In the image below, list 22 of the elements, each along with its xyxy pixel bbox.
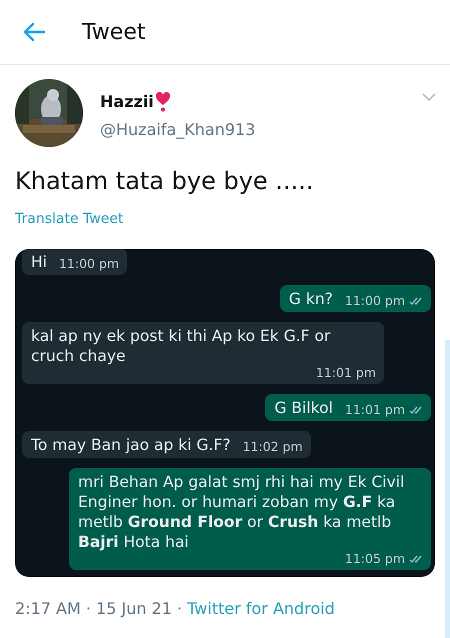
back-arrow-icon[interactable] <box>22 22 46 42</box>
message-time: 11:01 pm <box>316 366 376 380</box>
message-text: kal ap ny ek post ki thi Ap ko Ek G.F or cruch chaye <box>31 326 332 366</box>
message-text: To may Ban jao ap ki G.F? <box>31 435 231 455</box>
tweet-timestamp: 2:17 AM · 15 Jun 21 · <box>15 599 184 618</box>
message-text: G kn? <box>288 289 333 309</box>
user-handle: @Huzaifa_Khan913 <box>100 120 256 138</box>
message-time: 11:00 pm <box>58 257 120 271</box>
heart-icon <box>156 92 170 112</box>
user-name: Hazzii <box>100 92 154 111</box>
message-text: Hi <box>31 252 47 272</box>
source-link[interactable]: Twitter for Android <box>187 599 335 618</box>
message-time: 11:02 pm <box>242 440 303 454</box>
chevron-down-icon[interactable] <box>422 93 436 101</box>
page-title: Tweet <box>82 20 146 44</box>
message-time: 11:01 pm <box>344 403 405 417</box>
tweet-text: Khatam tata bye bye ..... <box>15 167 314 195</box>
message-text: mri Behan Ap galat smj rhi hai my Ek Civil Enginer hon. or humari zoban my G.F ka metlb Ground Floor or Crush ka metlb Bajri Hota hai <box>78 472 406 552</box>
message-time: 11:05 pm <box>344 552 405 566</box>
translate-link[interactable]: Translate Tweet <box>15 211 124 227</box>
message-time: 11:00 pm <box>344 294 405 308</box>
message-text: G Bilkol <box>274 398 333 418</box>
